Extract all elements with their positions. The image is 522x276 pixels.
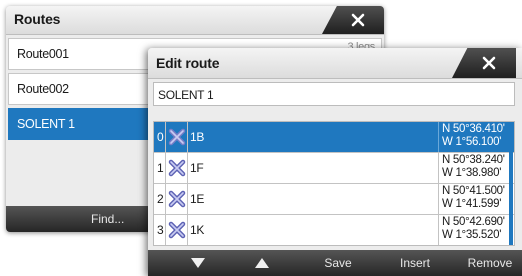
routes-title: Routes bbox=[14, 11, 61, 27]
waypoint-row[interactable]: 2 1E N 50°41.500' W 1°41.599' bbox=[154, 184, 514, 215]
column-divider bbox=[187, 122, 188, 245]
move-down-button[interactable] bbox=[178, 250, 218, 276]
waypoint-position: N 50°42.690' W 1°35.520' bbox=[438, 215, 514, 245]
routes-titlebar: Routes bbox=[6, 6, 384, 35]
waypoint-name: 1B bbox=[190, 130, 205, 144]
waypoint-cross-icon bbox=[168, 221, 186, 239]
waypoint-row[interactable]: 0 1B N 50°36.410' W 1°56.100' bbox=[154, 122, 514, 153]
edit-close-button[interactable] bbox=[452, 48, 516, 78]
close-icon bbox=[482, 56, 496, 70]
route-name: Route002 bbox=[17, 82, 69, 96]
waypoint-longitude: W 1°56.100' bbox=[442, 136, 502, 148]
waypoint-scrollbar[interactable] bbox=[509, 122, 513, 245]
close-icon bbox=[351, 13, 365, 27]
waypoint-position: N 50°38.240' W 1°38.980' bbox=[438, 153, 514, 183]
waypoint-index: 1 bbox=[157, 161, 164, 175]
waypoint-row[interactable]: 1 1F N 50°38.240' W 1°38.980' bbox=[154, 153, 514, 184]
waypoint-longitude: W 1°41.599' bbox=[442, 198, 502, 210]
waypoint-index: 2 bbox=[157, 192, 164, 206]
waypoint-latitude: N 50°41.500' bbox=[442, 185, 505, 197]
waypoint-cross-icon bbox=[168, 159, 186, 177]
waypoint-longitude: W 1°38.980' bbox=[442, 167, 502, 179]
save-button[interactable]: Save bbox=[318, 250, 358, 276]
waypoint-longitude: W 1°35.520' bbox=[442, 229, 502, 241]
waypoint-index: 3 bbox=[157, 223, 164, 237]
route-name-field[interactable]: SOLENT 1 bbox=[153, 82, 515, 106]
waypoint-row[interactable]: 3 1K N 50°42.690' W 1°35.520' bbox=[154, 215, 514, 245]
waypoint-latitude: N 50°38.240' bbox=[442, 154, 505, 166]
waypoint-position: N 50°41.500' W 1°41.599' bbox=[438, 184, 514, 214]
column-divider bbox=[165, 122, 166, 245]
waypoint-cross-icon bbox=[168, 190, 186, 208]
waypoint-latitude: N 50°36.410' bbox=[442, 123, 505, 135]
waypoint-name: 1K bbox=[190, 223, 205, 237]
waypoint-name: 1E bbox=[190, 192, 205, 206]
waypoint-latitude: N 50°42.690' bbox=[442, 216, 505, 228]
find-button[interactable]: Find... bbox=[91, 212, 124, 226]
triangle-down-icon bbox=[191, 258, 205, 268]
waypoint-table: 0 1B N 50°36.410' W 1°56.100' 1 1F N 50°… bbox=[153, 121, 515, 246]
edit-route-window: Edit route SOLENT 1 0 1B N 50°36.410' W … bbox=[148, 48, 522, 276]
move-up-button[interactable] bbox=[242, 250, 282, 276]
route-name: SOLENT 1 bbox=[17, 117, 75, 131]
edit-titlebar: Edit route bbox=[148, 48, 522, 79]
routes-close-button[interactable] bbox=[322, 6, 384, 34]
waypoint-cross-icon bbox=[168, 128, 186, 146]
waypoint-position: N 50°36.410' W 1°56.100' bbox=[438, 122, 514, 152]
insert-button[interactable]: Insert bbox=[390, 250, 440, 276]
edit-title: Edit route bbox=[156, 55, 220, 71]
route-name: Route001 bbox=[17, 47, 69, 61]
triangle-up-icon bbox=[255, 258, 269, 268]
waypoint-name: 1F bbox=[190, 161, 204, 175]
remove-button[interactable]: Remove bbox=[462, 250, 518, 276]
edit-button-bar: Save Insert Remove bbox=[148, 250, 522, 276]
waypoint-index: 0 bbox=[157, 130, 164, 144]
